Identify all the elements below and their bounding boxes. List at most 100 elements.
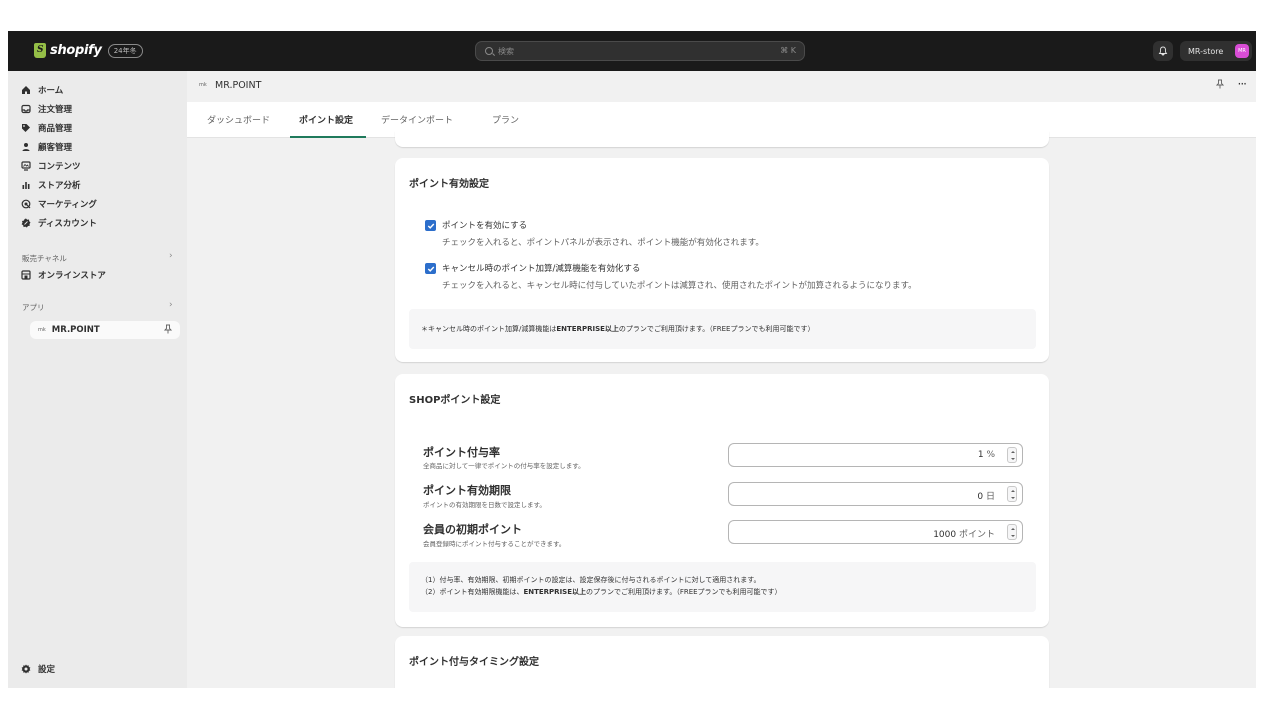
sidebar-item-label: オンラインストア — [38, 271, 106, 281]
chart-icon — [20, 179, 32, 191]
logo-text: shopify — [50, 43, 102, 58]
field-value: 1 — [977, 450, 984, 460]
field-value: 0 — [977, 492, 984, 502]
main-content: mk MR.POINT ··· ダッシュボード ポイント設定 データインポート … — [187, 71, 1256, 688]
pin-icon[interactable] — [163, 324, 173, 337]
grant-rate-stepper[interactable] — [1007, 447, 1017, 463]
sidebar-item-settings[interactable]: 設定 — [20, 661, 55, 677]
home-icon — [20, 84, 32, 96]
sidebar-item-home[interactable]: ホーム — [20, 82, 63, 98]
expiry-help: ポイントの有効期限を日数で設定します。 — [423, 501, 546, 509]
grant-rate-help: 全商品に対して一律でポイントの付与率を設定します。 — [423, 462, 585, 470]
initial-points-input[interactable]: 1000 ポイント — [728, 520, 1023, 544]
chevron-right-icon[interactable]: › — [169, 300, 173, 310]
checkmark-icon — [427, 223, 434, 229]
enable-points-checkbox[interactable] — [425, 220, 436, 231]
sidebar-item-label: ディスカウント — [38, 219, 97, 229]
sidebar-item-content[interactable]: コンテンツ — [20, 158, 81, 174]
sidebar-item-mr-point[interactable]: mk MR.POINT — [30, 321, 180, 339]
notifications-button[interactable] — [1153, 41, 1173, 61]
app-logo: mk — [199, 82, 207, 88]
active-tab-indicator — [290, 136, 366, 138]
field-unit: ポイント — [958, 530, 995, 540]
expiry-input[interactable]: 0 日 — [728, 482, 1023, 506]
search-shortcut: ⌘ K — [780, 46, 796, 55]
sidebar-item-label: 設定 — [38, 665, 56, 675]
gear-icon — [20, 663, 32, 675]
pin-icon[interactable] — [1215, 79, 1225, 92]
sidebar-item-label: MR.POINT — [51, 325, 100, 335]
field-unit: % — [986, 450, 995, 460]
tab-point-settings[interactable]: ポイント設定 — [299, 113, 353, 126]
inbox-icon — [20, 103, 32, 115]
initial-points-label: 会員の初期ポイント — [423, 523, 522, 536]
sidebar-item-label: ストア分析 — [38, 181, 81, 191]
store-avatar: MR — [1235, 44, 1249, 58]
shopify-logo[interactable]: shopify 24年冬 — [34, 43, 143, 58]
card-title: ポイント付与タイミング設定 — [409, 657, 539, 668]
checkbox-label[interactable]: ポイントを有効にする — [442, 219, 527, 231]
app-title: MR.POINT — [215, 80, 262, 91]
edition-badge[interactable]: 24年冬 — [107, 43, 143, 58]
sidebar-item-orders[interactable]: 注文管理 — [20, 101, 72, 117]
search-icon — [485, 47, 493, 55]
grant-timing-card: ポイント付与タイミング設定 — [395, 636, 1049, 688]
store-name: MR-store — [1188, 46, 1224, 56]
app-logo: mk — [38, 327, 46, 333]
bell-icon — [1158, 46, 1168, 56]
checkbox-help: チェックを入れると、ポイントパネルが表示され、ポイント機能が有効化されます。 — [442, 238, 764, 248]
search-bar[interactable]: 検索 ⌘ K — [475, 41, 805, 61]
grant-rate-input[interactable]: 1 % — [728, 443, 1023, 467]
field-unit: 日 — [985, 492, 995, 502]
tab-data-import[interactable]: データインポート — [381, 113, 453, 126]
cancel-adjust-checkbox[interactable] — [425, 263, 436, 274]
plan-note: ＊キャンセル時のポイント加算/減算機能はENTERPRISE以上のプランでご利用… — [421, 325, 815, 333]
settings-note-box: （1）付与率、有効期限、初期ポイントの設定は、設定保存後に付与されるポイントに対… — [409, 562, 1036, 612]
expiry-label: ポイント有効期限 — [423, 484, 511, 497]
shop-point-card: SHOPポイント設定 ポイント付与率 全商品に対して一律でポイントの付与率を設定… — [395, 374, 1049, 627]
sidebar-item-analytics[interactable]: ストア分析 — [20, 177, 81, 193]
grant-rate-label: ポイント付与率 — [423, 446, 500, 459]
checkmark-icon — [427, 266, 434, 272]
search-placeholder: 検索 — [498, 47, 514, 56]
sidebar-item-label: マーケティング — [38, 200, 97, 210]
initial-points-help: 会員登録時にポイント付与することができます。 — [423, 540, 566, 548]
expiry-stepper[interactable] — [1007, 486, 1017, 502]
card-title: ポイント有効設定 — [409, 179, 489, 190]
tag-icon — [20, 122, 32, 134]
storefront-icon — [20, 269, 32, 281]
settings-note-1: （1）付与率、有効期限、初期ポイントの設定は、設定保存後に付与されるポイントに対… — [421, 576, 761, 584]
top-bar: shopify 24年冬 検索 ⌘ K MR-store MR — [8, 31, 1256, 71]
checkbox-help: チェックを入れると、キャンセル時に付与していたポイントは減算され、使用されたポイ… — [442, 281, 917, 291]
sidebar-item-discounts[interactable]: ディスカウント — [20, 215, 97, 231]
sidebar-item-online-store[interactable]: オンラインストア — [20, 267, 106, 283]
content-icon — [20, 160, 32, 172]
sidebar-item-products[interactable]: 商品管理 — [20, 120, 72, 136]
initial-points-stepper[interactable] — [1007, 524, 1017, 540]
previous-card — [395, 131, 1049, 147]
shopify-bag-icon — [34, 43, 46, 58]
card-title: SHOPポイント設定 — [409, 395, 501, 406]
discount-icon — [20, 217, 32, 229]
sidebar: ホーム 注文管理 商品管理 顧客管理 コンテンツ ストア分析 マーケティング デ… — [8, 71, 187, 688]
sidebar-item-label: ホーム — [38, 86, 64, 96]
checkbox-label[interactable]: キャンセル時のポイント加算/減算機能を有効化する — [442, 262, 640, 274]
sidebar-item-label: コンテンツ — [38, 162, 81, 172]
chevron-right-icon[interactable]: › — [169, 251, 173, 261]
sidebar-item-label: 注文管理 — [38, 105, 73, 115]
sidebar-item-label: 商品管理 — [38, 124, 73, 134]
sidebar-item-label: 顧客管理 — [38, 143, 73, 153]
tab-plan[interactable]: プラン — [492, 113, 519, 126]
tab-dashboard[interactable]: ダッシュボード — [207, 113, 270, 126]
person-icon — [20, 141, 32, 153]
sales-channels-heading: 販売チャネル — [22, 254, 67, 263]
settings-note-2: （2）ポイント有効期限機能は、ENTERPRISE以上のプランでご利用頂けます。… — [421, 588, 782, 596]
sidebar-item-customers[interactable]: 顧客管理 — [20, 139, 72, 155]
more-options-icon[interactable]: ··· — [1238, 77, 1248, 91]
point-enable-card: ポイント有効設定 ポイントを有効にする チェックを入れると、ポイントパネルが表示… — [395, 158, 1049, 362]
apps-heading: アプリ — [22, 303, 45, 312]
field-value: 1000 — [933, 530, 957, 540]
sidebar-item-marketing[interactable]: マーケティング — [20, 196, 97, 212]
app-header: mk MR.POINT ··· — [187, 71, 1256, 102]
store-menu-button[interactable]: MR-store MR — [1180, 41, 1252, 61]
